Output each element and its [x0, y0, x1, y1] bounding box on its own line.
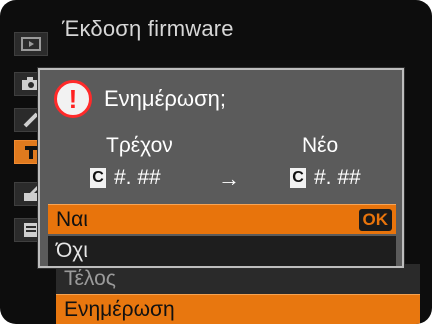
- tab-playback[interactable]: [14, 32, 48, 56]
- current-version-value: #. ##: [114, 166, 161, 189]
- no-label: Όχι: [56, 239, 88, 262]
- new-version: C #. ##: [290, 166, 361, 190]
- c-firmware-icon: C: [290, 168, 306, 188]
- no-option[interactable]: Όχι: [48, 236, 396, 266]
- update-confirm-dialog: ! Ενημέρωση; Τρέχον Νέο C #. ## → C #. #…: [38, 68, 404, 268]
- dialog-title: Ενημέρωση;: [104, 86, 227, 111]
- menu-title: Έκδοση firmware: [62, 16, 234, 41]
- current-label: Τρέχον: [106, 134, 173, 157]
- yes-label: Ναι: [56, 208, 88, 231]
- alert-icon: !: [54, 80, 92, 118]
- current-version: C #. ##: [90, 166, 161, 190]
- playback-icon: [21, 37, 41, 51]
- yes-option[interactable]: Ναι OK: [48, 204, 396, 234]
- menu-item-update[interactable]: Ενημέρωση: [56, 294, 420, 324]
- c-firmware-icon: C: [90, 168, 106, 188]
- new-version-value: #. ##: [314, 166, 361, 189]
- arrow-right-icon: →: [218, 166, 240, 191]
- camera-screen: Έκδοση firmware Τέλος Ενημέρωση ! Ενημέρ…: [0, 0, 432, 324]
- new-label: Νέο: [302, 134, 339, 157]
- ok-button-icon: OK: [358, 209, 392, 231]
- menu-item-finish[interactable]: Τέλος: [56, 264, 420, 294]
